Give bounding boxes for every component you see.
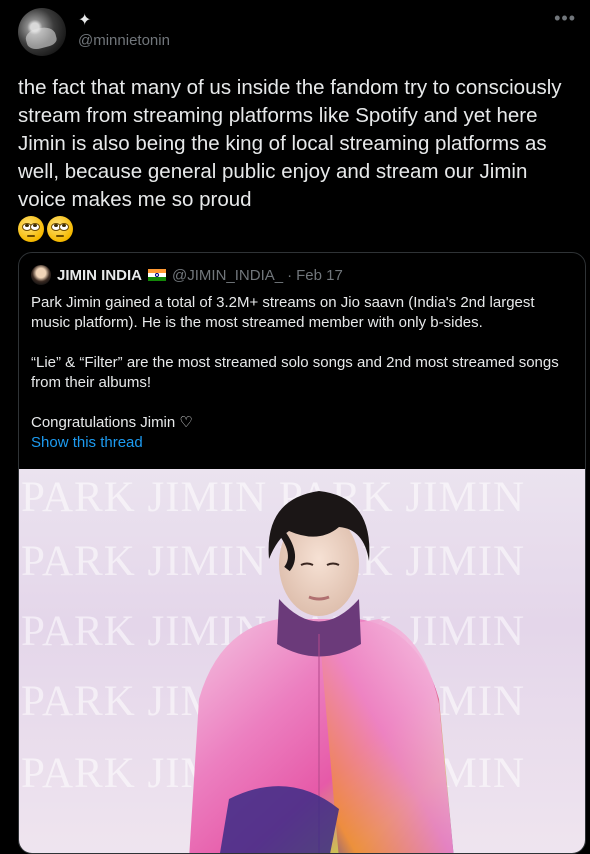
- quoted-author-name: JIMIN INDIA: [57, 266, 143, 284]
- quoted-author-avatar: [31, 265, 51, 285]
- rolling-eyes-emoji-icon: [18, 216, 44, 242]
- india-flag-icon: [148, 269, 167, 281]
- quoted-tweet-body: Park Jimin gained a total of 3.2M+ strea…: [31, 293, 571, 433]
- quoted-tweet-date: Feb 17: [296, 266, 343, 284]
- author-avatar[interactable]: [18, 8, 66, 56]
- display-name-sparkle[interactable]: ✦: [78, 10, 91, 30]
- rolling-eyes-emoji-icon: [47, 216, 73, 242]
- tweet-text: the fact that many of us inside the fand…: [18, 74, 578, 244]
- tweet-body: the fact that many of us inside the fand…: [18, 76, 562, 211]
- quoted-paragraph-1: Park Jimin gained a total of 3.2M+ strea…: [31, 294, 535, 331]
- quoted-tweet-header: JIMIN INDIA @JIMIN_INDIA_ · Feb 17: [31, 265, 343, 285]
- quoted-paragraph-3: Congratulations Jimin ♡: [31, 414, 193, 431]
- separator-dot: ·: [287, 266, 293, 284]
- author-handle[interactable]: @minnietonin: [78, 32, 170, 49]
- quoted-tweet-image[interactable]: PARK JIMIN PARK JIMIN PARK JIMIN PARK JI…: [19, 469, 585, 853]
- show-thread-link[interactable]: Show this thread: [31, 434, 143, 451]
- emoji-row: [18, 216, 578, 244]
- portrait-photo: [189, 491, 454, 853]
- more-options-icon[interactable]: •••: [554, 8, 576, 29]
- quoted-paragraph-2: “Lie” & “Filter” are the most streamed s…: [31, 354, 559, 391]
- quoted-author-handle: @JIMIN_INDIA_: [172, 266, 284, 284]
- quoted-tweet[interactable]: JIMIN INDIA @JIMIN_INDIA_ · Feb 17 Park …: [18, 252, 586, 854]
